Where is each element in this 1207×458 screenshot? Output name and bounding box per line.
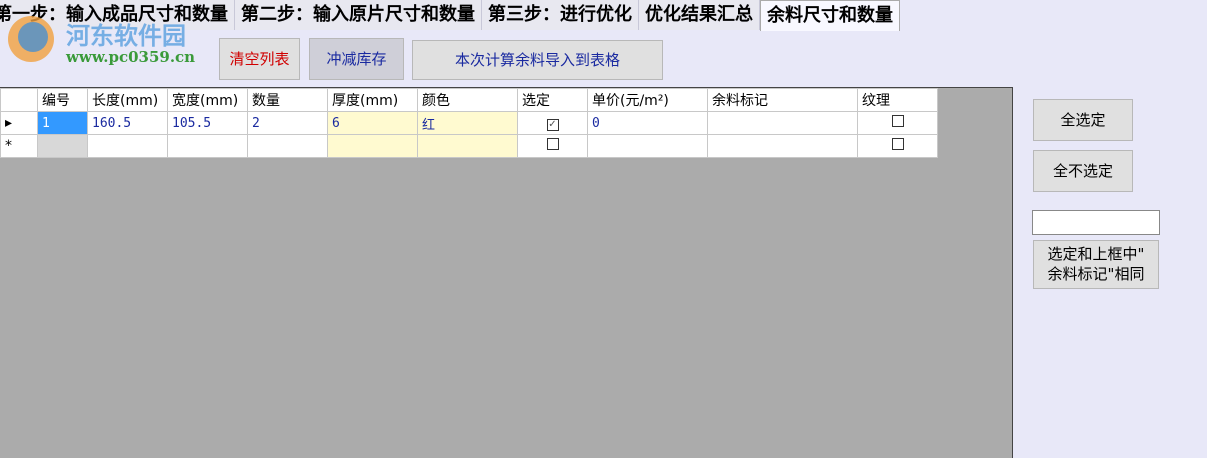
watermark-name: 河东软件园 (66, 22, 186, 50)
select-same-mark-line2: 余料标记"相同 (1047, 265, 1145, 283)
col-qty[interactable]: 数量 (247, 88, 328, 112)
watermark-url: www.pc0359.cn (66, 48, 196, 66)
cell-id[interactable]: 1 (37, 111, 88, 135)
clear-list-button[interactable]: 清空列表 (219, 38, 300, 80)
select-same-mark-line1: 选定和上框中" (1047, 245, 1145, 263)
cell-thickness[interactable]: 6 (327, 111, 418, 135)
cell-width[interactable]: 105.5 (167, 111, 248, 135)
cell-selected[interactable]: ✓ (517, 111, 588, 135)
selected-checkbox[interactable] (546, 138, 559, 150)
cell-length[interactable]: 160.5 (87, 111, 168, 135)
new-cell-qty[interactable] (247, 134, 328, 158)
cell-mark[interactable] (707, 111, 858, 135)
tab-leftovers[interactable]: 余料尺寸和数量 (760, 0, 900, 31)
col-width[interactable]: 宽度(mm) (167, 88, 248, 112)
watermark-logo: 河东软件园 www.pc0359.cn (4, 12, 204, 72)
col-thickness[interactable]: 厚度(mm) (327, 88, 418, 112)
logo-icon-inner (18, 22, 48, 52)
new-cell-mark[interactable] (707, 134, 858, 158)
col-grain[interactable]: 纹理 (857, 88, 938, 112)
col-color[interactable]: 颜色 (417, 88, 518, 112)
new-cell-grain[interactable] (857, 134, 938, 158)
select-same-mark-button[interactable]: 选定和上框中" 余料标记"相同 (1033, 240, 1159, 289)
col-mark[interactable]: 余料标记 (707, 88, 858, 112)
leftover-table: 编号 长度(mm) 宽度(mm) 数量 厚度(mm) 颜色 选定 单价(元/m²… (0, 88, 938, 158)
cell-price[interactable]: 0 (587, 111, 708, 135)
select-all-button[interactable]: 全选定 (1033, 99, 1133, 141)
new-cell-width[interactable] (167, 134, 248, 158)
new-row[interactable]: * (0, 134, 938, 158)
col-selected[interactable]: 选定 (517, 88, 588, 112)
new-row-marker[interactable]: * (0, 134, 38, 158)
deduct-stock-button[interactable]: 冲减库存 (309, 38, 404, 80)
mark-input[interactable] (1032, 210, 1160, 235)
table-header: 编号 长度(mm) 宽度(mm) 数量 厚度(mm) 颜色 选定 单价(元/m²… (0, 88, 938, 112)
tab-step2[interactable]: 第二步：输入原片尺寸和数量 (235, 0, 482, 30)
tab-results[interactable]: 优化结果汇总 (639, 0, 760, 30)
cell-color[interactable]: 红 (417, 111, 518, 135)
new-cell-length[interactable] (87, 134, 168, 158)
new-cell-color[interactable] (417, 134, 518, 158)
cell-grain[interactable] (857, 111, 938, 135)
grain-checkbox[interactable] (891, 115, 904, 127)
leftover-grid[interactable]: 编号 长度(mm) 宽度(mm) 数量 厚度(mm) 颜色 选定 单价(元/m²… (0, 87, 1013, 458)
new-cell-thickness[interactable] (327, 134, 418, 158)
row-header-corner (0, 88, 38, 112)
new-cell-selected[interactable] (517, 134, 588, 158)
new-cell-price[interactable] (587, 134, 708, 158)
select-none-button[interactable]: 全不选定 (1033, 150, 1133, 192)
tab-step3[interactable]: 第三步：进行优化 (482, 0, 639, 30)
col-price[interactable]: 单价(元/m²) (587, 88, 708, 112)
selected-checkbox[interactable]: ✓ (546, 119, 559, 131)
col-length[interactable]: 长度(mm) (87, 88, 168, 112)
col-id[interactable]: 编号 (37, 88, 88, 112)
cell-qty[interactable]: 2 (247, 111, 328, 135)
grain-checkbox[interactable] (891, 138, 904, 150)
current-row-marker[interactable]: ▸ (0, 111, 38, 135)
new-cell-id[interactable] (37, 134, 88, 158)
import-leftovers-button[interactable]: 本次计算余料导入到表格 (412, 40, 663, 80)
table-row[interactable]: ▸ 1 160.5 105.5 2 6 红 ✓ 0 (0, 111, 938, 135)
